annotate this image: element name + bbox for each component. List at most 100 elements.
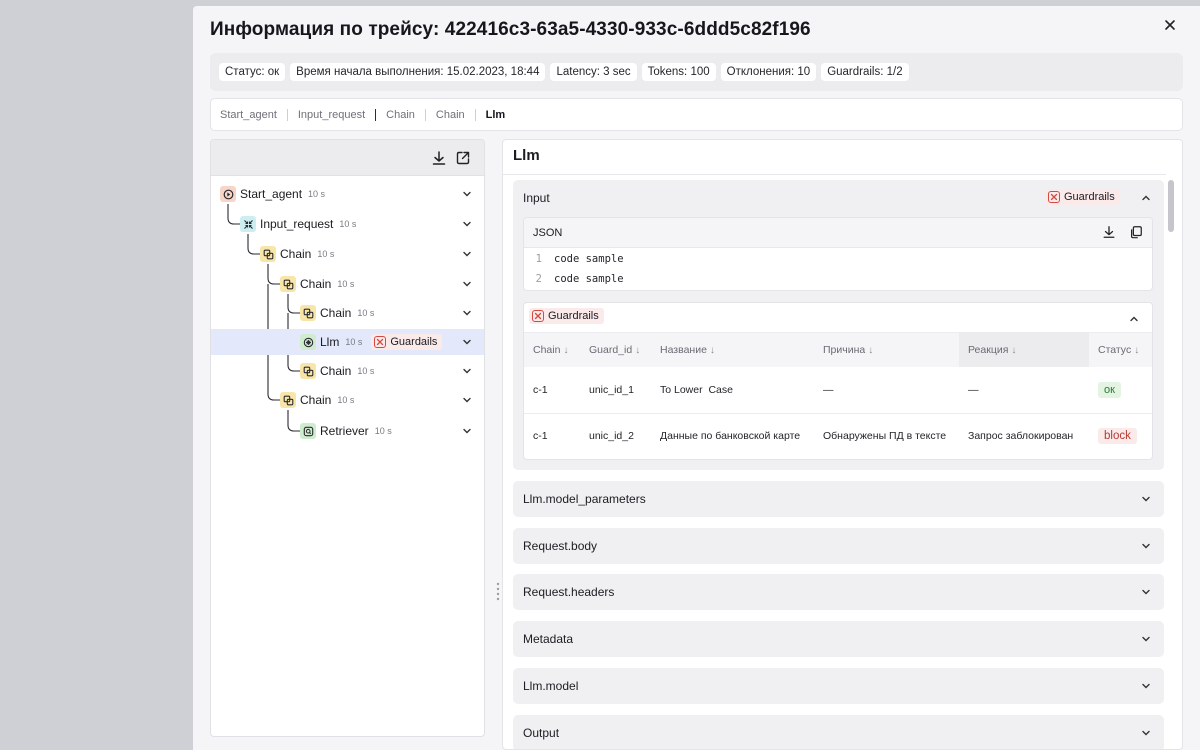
breadcrumb-separator bbox=[474, 108, 476, 121]
section-header[interactable]: Metadata bbox=[513, 621, 1164, 657]
chevron-down-icon[interactable] bbox=[462, 279, 472, 289]
retriever-icon bbox=[300, 423, 316, 439]
section-llm-model: Llm.model bbox=[513, 668, 1164, 704]
tree-node-input-request[interactable]: Input_request 10 s bbox=[211, 211, 484, 237]
chain-icon bbox=[260, 246, 276, 262]
guardrails-table-header[interactable]: Guardrails bbox=[524, 303, 1152, 333]
tree-node-chain[interactable]: Chain 10 s bbox=[211, 300, 484, 326]
chain-icon bbox=[280, 392, 296, 408]
section-request-body: Request.body bbox=[513, 528, 1164, 564]
column-header-name[interactable]: Название ↓ bbox=[651, 333, 814, 367]
sort-arrow-icon: ↓ bbox=[1011, 345, 1017, 356]
chevron-down-icon[interactable] bbox=[462, 426, 472, 436]
download-icon[interactable] bbox=[1102, 225, 1116, 239]
chevron-down-icon[interactable] bbox=[462, 366, 472, 376]
guardrails-badge: Guardails bbox=[371, 334, 443, 350]
table-header-row: Chain ↓ Guard_id ↓ Название ↓ Причина ↓ Реак… bbox=[524, 333, 1152, 367]
chevron-down-icon[interactable] bbox=[462, 219, 472, 229]
cell-chain: c-1 bbox=[524, 412, 580, 459]
chevron-down-icon[interactable] bbox=[1141, 681, 1151, 691]
chevron-up-icon[interactable] bbox=[1129, 313, 1139, 323]
close-icon[interactable] bbox=[1163, 18, 1177, 32]
breadcrumb-chain-2[interactable]: Chain bbox=[436, 109, 465, 121]
scrollbar[interactable] bbox=[1168, 180, 1174, 232]
cell-chain: c-1 bbox=[533, 383, 548, 396]
tree-node-label: Retriever bbox=[320, 424, 369, 438]
section-header[interactable]: Output bbox=[513, 715, 1164, 749]
column-header-reaction[interactable]: Реакция ↓ bbox=[959, 333, 1089, 367]
chevron-down-icon[interactable] bbox=[462, 395, 472, 405]
line-number: 2 bbox=[535, 273, 542, 285]
section-header[interactable]: Request.headers bbox=[513, 574, 1164, 610]
tree-node-label: Chain bbox=[280, 247, 312, 261]
chevron-down-icon[interactable] bbox=[1141, 587, 1151, 597]
tree-node-chain[interactable]: Chain 10 s bbox=[211, 387, 484, 413]
chevron-down-icon[interactable] bbox=[462, 337, 472, 347]
section-header[interactable]: Llm.model bbox=[513, 668, 1164, 704]
panel-resize-handle[interactable] bbox=[495, 581, 501, 603]
trace-info-modal: Информация по трейсу: 422416c3-63a5-4330… bbox=[193, 6, 1200, 750]
breadcrumb-chain-1[interactable]: Chain bbox=[386, 109, 415, 121]
code-text: code sample bbox=[554, 253, 624, 265]
tree-node-label: Start_agent bbox=[240, 187, 303, 201]
code-line: 2 code sample bbox=[524, 269, 1152, 289]
chevron-down-icon[interactable] bbox=[1141, 494, 1151, 504]
guardrails-badge-label: Guardails bbox=[390, 336, 438, 348]
tree-node-time: 10 s bbox=[374, 426, 392, 436]
chevron-down-icon[interactable] bbox=[462, 189, 472, 199]
tree-node-start-agent[interactable]: Start_agent 10 s bbox=[211, 181, 484, 207]
tree-node-retriever[interactable]: Retriever 10 s bbox=[211, 418, 484, 444]
section-header[interactable]: Request.body bbox=[513, 528, 1164, 564]
input-section: Input Guardrails JSON 1 code sample 2 co… bbox=[513, 180, 1164, 470]
chain-icon bbox=[300, 305, 316, 321]
sort-arrow-icon: ↓ bbox=[709, 345, 715, 356]
column-header-reason[interactable]: Причина ↓ bbox=[814, 333, 959, 367]
cell-status: block bbox=[1089, 412, 1152, 459]
input-section-label: Input bbox=[523, 191, 550, 205]
span-title: Llm bbox=[513, 147, 540, 164]
cell-reason: Обнаружены ПД в тексте bbox=[814, 412, 959, 459]
breadcrumb-separator bbox=[286, 108, 288, 121]
guardrails-badge: Guardrails bbox=[529, 308, 604, 324]
breadcrumb-input-request[interactable]: Input_request bbox=[298, 109, 365, 121]
column-header-status[interactable]: Статус ↓ bbox=[1089, 333, 1152, 367]
cell-reaction: Запрос заблокирован bbox=[959, 412, 1089, 459]
cell-guard-id: unic_id_2 bbox=[580, 412, 651, 459]
tree-node-chain[interactable]: Chain 10 s bbox=[211, 271, 484, 297]
tree-node-label: Chain bbox=[320, 364, 352, 378]
chevron-down-icon[interactable] bbox=[462, 308, 472, 318]
chevron-down-icon[interactable] bbox=[1141, 541, 1151, 551]
section-header[interactable]: Llm.model_parameters bbox=[513, 481, 1164, 517]
tree-node-time: 10 s bbox=[345, 337, 363, 347]
play-icon bbox=[220, 186, 236, 202]
column-header-guard-id[interactable]: Guard_id ↓ bbox=[580, 333, 651, 367]
chevron-down-icon[interactable] bbox=[1141, 634, 1151, 644]
cell-name: Данные по банковской карте bbox=[651, 412, 814, 459]
cell-reason: — bbox=[823, 383, 834, 396]
tree-node-chain[interactable]: Chain 10 s bbox=[211, 358, 484, 384]
breadcrumb-start-agent[interactable]: Start_agent bbox=[220, 109, 277, 121]
input-section-header[interactable]: Input Guardrails bbox=[513, 180, 1164, 216]
trace-tree: Start_agent 10 s Input_request 10 s Chai… bbox=[211, 176, 484, 736]
json-label: JSON bbox=[533, 226, 563, 239]
tree-node-chain[interactable]: Chain 10 s bbox=[211, 241, 484, 267]
modal-title: Информация по трейсу: 422416c3-63a5-4330… bbox=[210, 19, 811, 40]
chevron-down-icon[interactable] bbox=[1141, 728, 1151, 738]
breadcrumb-llm[interactable]: Llm bbox=[486, 109, 506, 121]
section-label: Llm.model_parameters bbox=[523, 492, 646, 506]
guardrails-table: Chain ↓ Guard_id ↓ Название ↓ Причина ↓ Реак… bbox=[524, 333, 1152, 459]
tokens-chip: Tokens: 100 bbox=[641, 63, 716, 81]
download-icon[interactable] bbox=[431, 150, 447, 166]
open-external-icon[interactable] bbox=[455, 150, 471, 166]
copy-icon[interactable] bbox=[1129, 225, 1143, 239]
tree-node-label: Chain bbox=[300, 277, 332, 291]
tree-node-label: Chain bbox=[300, 393, 332, 407]
chevron-down-icon[interactable] bbox=[462, 249, 472, 259]
column-header-chain[interactable]: Chain ↓ bbox=[524, 333, 580, 367]
code-text: code sample bbox=[554, 273, 624, 285]
cell-guard-id: unic_id_1 bbox=[589, 383, 634, 396]
tree-node-llm[interactable]: Llm 10 s Guardails bbox=[211, 329, 484, 355]
breadcrumb: Start_agent Input_request Chain Chain Ll… bbox=[210, 98, 1183, 131]
breadcrumb-separator bbox=[375, 108, 377, 121]
chevron-up-icon[interactable] bbox=[1141, 193, 1151, 203]
